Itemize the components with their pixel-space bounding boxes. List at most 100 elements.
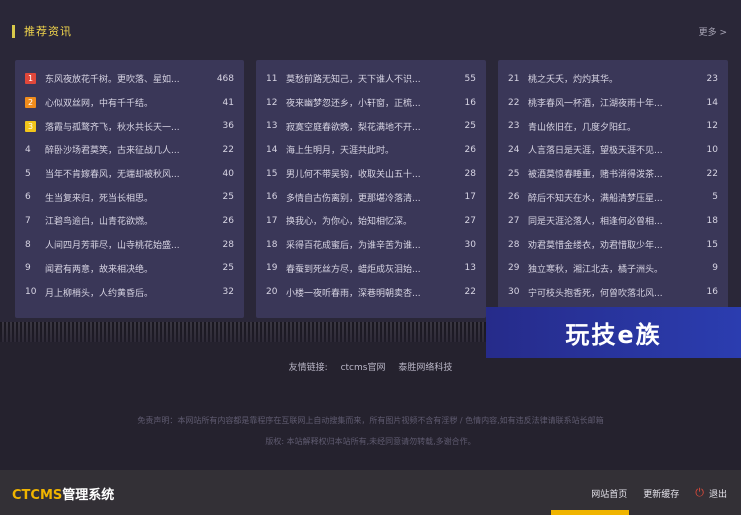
news-row[interactable]: 8 人间四月芳菲尽，山寺桃花始盛... 28 xyxy=(15,233,244,257)
disclaimer-line: 免责声明：本网站所有内容都是靠程序在互联网上自动搜集而来，所有图片视频不含有淫秽… xyxy=(137,416,604,425)
nav-update-cache[interactable]: 更新缓存 xyxy=(643,487,679,500)
news-title[interactable]: 生当复来归，死当长相思。 xyxy=(45,191,204,204)
news-row[interactable]: 15 男儿何不带吴钩，收取关山五十... 28 xyxy=(256,162,486,186)
view-count: 16 xyxy=(464,97,476,108)
news-title[interactable]: 男儿何不带吴钩，收取关山五十... xyxy=(286,167,446,180)
news-title[interactable]: 桃李春风一杯酒，江湖夜雨十年... xyxy=(528,96,688,109)
rank-number: 29 xyxy=(508,263,520,274)
news-title[interactable]: 独立寒秋，湘江北去，橘子洲头。 xyxy=(528,262,688,275)
more-link[interactable]: 更多 > xyxy=(699,25,727,38)
news-row[interactable]: 24 人言落日是天涯，望极天涯不见... 10 xyxy=(498,138,728,162)
news-title[interactable]: 人言落日是天涯，望极天涯不见... xyxy=(528,143,688,156)
news-title[interactable]: 闻君有两意，故来相决绝。 xyxy=(45,262,204,275)
news-title[interactable]: 青山依旧在，几度夕阳红。 xyxy=(528,120,688,133)
news-title[interactable]: 人间四月芳菲尽，山寺桃花始盛... xyxy=(45,238,204,251)
news-row[interactable]: 6 生当复来归，死当长相思。 25 xyxy=(15,185,244,209)
news-row[interactable]: 13 寂寞空庭春欲晚，梨花满地不开... 25 xyxy=(256,114,486,138)
rank-number: 23 xyxy=(508,121,520,132)
rank-number: 6 xyxy=(25,192,31,203)
news-row[interactable]: 12 夜来幽梦忽还乡，小轩窗，正梳... 16 xyxy=(256,91,486,115)
news-row[interactable]: 20 小楼一夜听春雨，深巷明朝卖杏... 22 xyxy=(256,280,486,304)
news-title[interactable]: 心似双丝网，中有千千结。 xyxy=(45,96,204,109)
news-row[interactable]: 18 采得百花成蜜后，为谁辛苦为谁... 30 xyxy=(256,233,486,257)
rank-number: 19 xyxy=(266,263,278,274)
nav-logout[interactable]: ⏻ 退出 xyxy=(695,486,727,500)
news-title[interactable]: 江碧鸟逾白，山青花欲燃。 xyxy=(45,214,204,227)
news-title[interactable]: 醉卧沙场君莫笑，古来征战几人... xyxy=(45,143,204,156)
news-row[interactable]: 1 东风夜放花千树。更吹落、星如... 468 xyxy=(15,67,244,91)
friend-link[interactable]: ctcms官网 xyxy=(341,363,386,373)
news-row[interactable]: 11 莫愁前路无知己，天下谁人不识... 55 xyxy=(256,67,486,91)
news-title[interactable]: 被酒莫惊春睡重，赌书消得泼茶... xyxy=(528,167,688,180)
rank-number: 27 xyxy=(508,215,520,226)
news-title[interactable]: 换我心，为你心，始知相忆深。 xyxy=(286,214,446,227)
view-count: 15 xyxy=(706,239,718,250)
news-title[interactable]: 采得百花成蜜后，为谁辛苦为谁... xyxy=(286,238,446,251)
power-icon: ⏻ xyxy=(695,486,704,499)
news-title[interactable]: 当年不肯嫁春风，无端却被秋风... xyxy=(45,167,204,180)
news-title[interactable]: 同是天涯沦落人，相逢何必曾相... xyxy=(528,214,688,227)
rank-number: 20 xyxy=(266,287,278,298)
news-row[interactable]: 19 春蚕到死丝方尽，蜡炬成灰泪始... 13 xyxy=(256,257,486,281)
news-title[interactable]: 莫愁前路无知己，天下谁人不识... xyxy=(286,72,446,85)
view-count: 22 xyxy=(464,287,476,298)
news-row[interactable]: 22 桃李春风一杯酒，江湖夜雨十年... 14 xyxy=(498,91,728,115)
news-row[interactable]: 3 落霞与孤鹜齐飞，秋水共长天一... 36 xyxy=(15,114,244,138)
view-count: 32 xyxy=(222,287,234,298)
rank-number: 10 xyxy=(25,287,37,298)
news-title[interactable]: 月上柳梢头，人约黄昏后。 xyxy=(45,286,204,299)
news-row[interactable]: 17 换我心，为你心，始知相忆深。 27 xyxy=(256,209,486,233)
news-title[interactable]: 夜来幽梦忽还乡，小轩窗，正梳... xyxy=(286,96,446,109)
logout-label: 退出 xyxy=(708,489,727,500)
news-title[interactable]: 寂寞空庭春欲晚，梨花满地不开... xyxy=(286,120,446,133)
rank-badge-wrap: 3 xyxy=(25,120,45,132)
news-row[interactable]: 23 青山依旧在，几度夕阳红。 12 xyxy=(498,114,728,138)
news-title[interactable]: 东风夜放花千树。更吹落、星如... xyxy=(45,72,204,85)
news-row[interactable]: 25 被酒莫惊春睡重，赌书消得泼茶... 22 xyxy=(498,162,728,186)
news-row[interactable]: 30 宁可枝头抱香死，何曾吹落北风... 16 xyxy=(498,280,728,304)
rank-number: 30 xyxy=(508,287,520,298)
view-count: 25 xyxy=(222,263,234,274)
news-row[interactable]: 10 月上柳梢头，人约黄昏后。 32 xyxy=(15,280,244,304)
view-count: 36 xyxy=(222,121,234,132)
news-title[interactable]: 小楼一夜听春雨，深巷明朝卖杏... xyxy=(286,286,446,299)
news-row[interactable]: 16 多情自古伤离别，更那堪冷落清... 17 xyxy=(256,185,486,209)
rank-number: 28 xyxy=(508,239,520,250)
admin-brand: CTCMS管理系统 xyxy=(12,484,114,503)
view-count: 10 xyxy=(706,144,718,155)
rank-number: 5 xyxy=(25,168,31,179)
rank-number: 26 xyxy=(508,192,520,203)
view-count: 28 xyxy=(464,168,476,179)
friend-link[interactable]: 泰胜网络科技 xyxy=(398,363,452,373)
active-tab-indicator xyxy=(551,510,629,515)
news-row[interactable]: 27 同是天涯沦落人，相逢何必曾相... 18 xyxy=(498,209,728,233)
news-title[interactable]: 海上生明月，天涯共此时。 xyxy=(286,143,446,156)
news-row[interactable]: 14 海上生明月，天涯共此时。 26 xyxy=(256,138,486,162)
rank-number: 12 xyxy=(266,97,278,108)
news-row[interactable]: 5 当年不肯嫁春风，无端却被秋风... 40 xyxy=(15,162,244,186)
rank-number: 11 xyxy=(266,73,278,84)
nav-site-home[interactable]: 网站首页 xyxy=(591,487,627,500)
news-title[interactable]: 春蚕到死丝方尽，蜡炬成灰泪始... xyxy=(286,262,446,275)
view-count: 14 xyxy=(706,97,718,108)
news-title[interactable]: 落霞与孤鹜齐飞，秋水共长天一... xyxy=(45,120,204,133)
news-row[interactable]: 29 独立寒秋，湘江北去，橘子洲头。 9 xyxy=(498,257,728,281)
news-row[interactable]: 28 劝君莫惜金缕衣，劝君惜取少年... 15 xyxy=(498,233,728,257)
rank-number: 21 xyxy=(508,73,520,84)
news-title[interactable]: 醉后不知天在水，满船清梦压星... xyxy=(528,191,688,204)
news-column-3: 21 桃之夭夭，灼灼其华。 23 22 桃李春风一杯酒，江湖夜雨十年... 14 23 青山依… xyxy=(498,60,728,318)
news-row[interactable]: 4 醉卧沙场君莫笑，古来征战几人... 22 xyxy=(15,138,244,162)
disclaimer: 免责声明：本网站所有内容都是靠程序在互联网上自动搜集而来，所有图片视频不含有淫秽… xyxy=(0,410,741,452)
news-row[interactable]: 7 江碧鸟逾白，山青花欲燃。 26 xyxy=(15,209,244,233)
news-row[interactable]: 21 桃之夭夭，灼灼其华。 23 xyxy=(498,67,728,91)
news-title[interactable]: 宁可枝头抱香死，何曾吹落北风... xyxy=(528,286,688,299)
news-row[interactable]: 26 醉后不知天在水，满船清梦压星... 5 xyxy=(498,185,728,209)
brand-name: 管理系统 xyxy=(62,488,115,503)
news-row[interactable]: 9 闻君有两意，故来相决绝。 25 xyxy=(15,257,244,281)
news-title[interactable]: 劝君莫惜金缕衣，劝君惜取少年... xyxy=(528,238,688,251)
news-title[interactable]: 多情自古伤离别，更那堪冷落清... xyxy=(286,191,446,204)
rank-badge: 3 xyxy=(25,120,36,132)
news-title[interactable]: 桃之夭夭，灼灼其华。 xyxy=(528,72,688,85)
rank-number: 7 xyxy=(25,215,31,226)
news-row[interactable]: 2 心似双丝网，中有千千结。 41 xyxy=(15,91,244,115)
